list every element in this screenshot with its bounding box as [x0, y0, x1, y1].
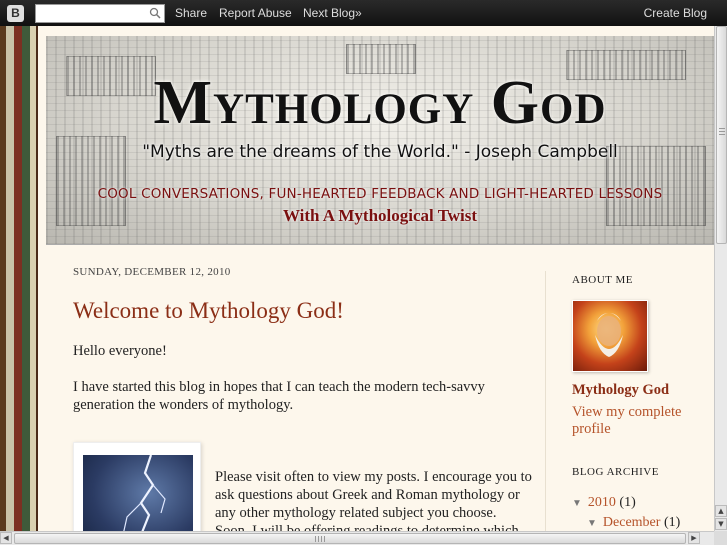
- sidebar: About Me Mythology God View my complete …: [572, 274, 707, 531]
- scroll-right-arrow-icon[interactable]: ▶: [688, 532, 700, 544]
- report-abuse-link[interactable]: Report Abuse: [219, 6, 292, 20]
- blog-archive-heading: Blog Archive: [572, 466, 659, 478]
- blogger-logo-icon[interactable]: B: [7, 5, 24, 22]
- archive-month-link[interactable]: December: [603, 515, 661, 530]
- share-link[interactable]: Share: [175, 6, 207, 20]
- triangle-down-icon[interactable]: ▼: [587, 518, 597, 529]
- vertical-scrollbar[interactable]: ▲ ▼: [714, 26, 727, 531]
- archive-count: (1): [619, 495, 636, 510]
- post-image-frame[interactable]: [73, 442, 201, 531]
- post-body: Hello everyone! I have started this blog…: [73, 342, 533, 414]
- blog-tagline: COOL CONVERSATIONS, FUN-HEARTED FEEDBACK…: [97, 186, 663, 202]
- lightning-bolt-icon: [123, 455, 166, 531]
- post-paragraph: Hello everyone!: [73, 343, 167, 359]
- blog-page: Mythology God "Myths are the dreams of t…: [38, 26, 714, 531]
- post-paragraph: I have started this blog in hopes that I…: [73, 379, 485, 413]
- blog-quote: "Myths are the dreams of the World." - J…: [142, 142, 618, 162]
- zeus-portrait-icon: [595, 313, 623, 357]
- triangle-down-icon[interactable]: ▼: [572, 498, 582, 509]
- archive-month-item[interactable]: ▼ December (1): [572, 515, 707, 531]
- lightning-image[interactable]: [83, 455, 193, 531]
- main-column: Sunday, December 12, 2010 Welcome to Myt…: [73, 266, 533, 531]
- profile-avatar[interactable]: [572, 300, 648, 372]
- post-date: Sunday, December 12, 2010: [73, 266, 231, 278]
- view-profile-link[interactable]: View my complete profile: [572, 404, 707, 438]
- next-blog-link[interactable]: Next Blog»: [303, 6, 362, 20]
- post-title[interactable]: Welcome to Mythology God!: [73, 298, 533, 324]
- magnifier-icon[interactable]: [149, 7, 161, 19]
- column-divider: [545, 271, 546, 531]
- scroll-down-arrow-icon[interactable]: ▼: [715, 518, 727, 530]
- profile-name-link[interactable]: Mythology God: [572, 382, 707, 399]
- archive-year-link[interactable]: 2010: [588, 495, 616, 510]
- horizontal-scrollbar[interactable]: ◀ ▶: [0, 531, 714, 545]
- archive-year-item[interactable]: ▼ 2010 (1): [572, 495, 707, 511]
- blogger-navbar: B Share Report Abuse Next Blog» Create B…: [0, 0, 727, 26]
- about-me-heading: About Me: [572, 274, 633, 286]
- search-box: [35, 4, 165, 23]
- blog-title[interactable]: Mythology God: [46, 72, 714, 134]
- create-blog-link[interactable]: Create Blog: [644, 6, 707, 20]
- scroll-left-arrow-icon[interactable]: ◀: [0, 532, 12, 544]
- horizontal-scroll-thumb[interactable]: [14, 533, 686, 544]
- blog-header[interactable]: Mythology God "Myths are the dreams of t…: [46, 36, 714, 245]
- post-paragraph: Please visit often to view my posts. I e…: [215, 469, 532, 531]
- scrollbar-corner: [714, 531, 727, 545]
- blog-subtagline: With A Mythological Twist: [282, 206, 478, 225]
- archive-count: (1): [663, 515, 681, 530]
- search-input[interactable]: [36, 5, 146, 22]
- vertical-scroll-thumb[interactable]: [716, 26, 727, 244]
- scroll-up-arrow-icon[interactable]: ▲: [715, 505, 727, 517]
